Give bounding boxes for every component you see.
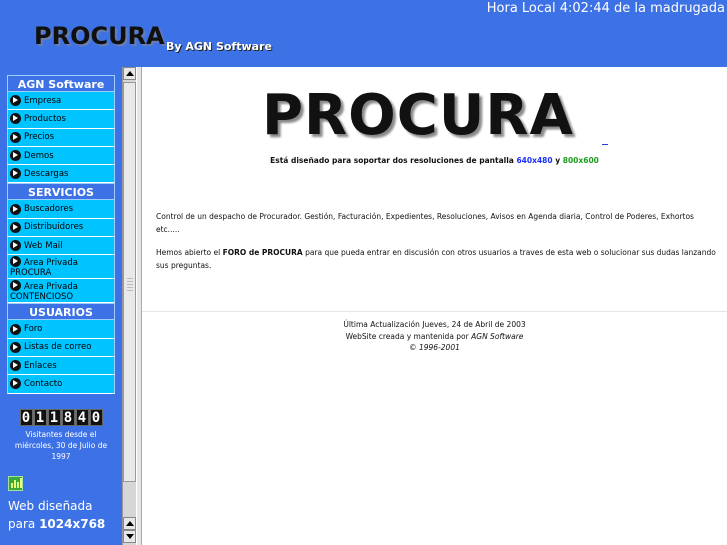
local-time-clock: Hora Local 4:02:44 de la madrugada [486, 1, 725, 16]
credits-author: AGN Software [471, 331, 524, 341]
nav-item-descargas[interactable]: Descargas [7, 165, 115, 184]
nav-section-usuarios: USUARIOS Foro Listas de correo Enlaces C… [7, 303, 115, 394]
arrow-right-icon [10, 323, 21, 335]
resolution-800-link[interactable]: 800x600 [563, 156, 599, 165]
product-description: Control de un despacho de Procurador. Ge… [156, 212, 694, 234]
web-design-line2: para 1024x768 [8, 517, 106, 531]
counter-digit: 1 [33, 409, 47, 426]
scroll-up-button[interactable] [123, 517, 136, 530]
copyright: © 1996-2001 [409, 343, 460, 352]
tiny-link[interactable] [602, 144, 608, 145]
web-design-line1: Web diseñada [8, 499, 93, 513]
left-frame-scrollbar[interactable] [122, 67, 136, 545]
nav-item-productos[interactable]: Productos [7, 110, 115, 129]
nav-item-area-privada-contencioso[interactable]: Area Privada CONTENCIOSO [7, 279, 115, 304]
left-navigation-frame: AGN Software Empresa Productos Precios D… [0, 67, 122, 545]
resolution-640-link[interactable]: 640x480 [516, 156, 552, 165]
arrow-right-icon [10, 256, 21, 268]
arrow-right-icon [10, 378, 21, 390]
nav-item-listas-de-correo[interactable]: Listas de correo [7, 338, 115, 357]
nav-item-area-privada-procura[interactable]: Area Privada PROCURA [7, 255, 115, 280]
counter-digit: 0 [89, 409, 103, 426]
last-updated: Última Actualización Jueves, 24 de Abril… [343, 320, 526, 329]
nav-item-empresa[interactable]: Empresa [7, 92, 115, 111]
nav-item-enlaces[interactable]: Enlaces [7, 356, 115, 376]
counter-digit: 0 [19, 409, 33, 426]
header-banner: Hora Local 4:02:44 de la madrugada PROCU… [0, 0, 727, 67]
resolutions-text: Está diseñado para soportar dos resoluci… [270, 156, 599, 165]
arrow-right-icon [10, 113, 21, 125]
counter-digit: 1 [47, 409, 61, 426]
main-logo: PROCURA [262, 83, 574, 148]
scroll-up-button[interactable] [123, 67, 136, 80]
nav-item-web-mail[interactable]: Web Mail [7, 237, 115, 256]
header-byline: By AGN Software [166, 40, 272, 53]
forum-link[interactable]: FORO de PROCURA [223, 248, 303, 257]
nav-item-buscadores[interactable]: Buscadores [7, 200, 115, 219]
arrow-right-icon [10, 221, 21, 233]
counter-digit: 8 [61, 409, 75, 426]
web-design-note: Web diseñada para 1024x768 [8, 497, 105, 533]
arrow-right-icon [10, 203, 21, 215]
counter-digit: 4 [75, 409, 89, 426]
forum-announcement: Hemos abierto el FORO de PROCURA para qu… [156, 248, 716, 270]
arrow-right-icon [10, 360, 21, 372]
site-credits: WebSite creada y mantenida por AGN Softw… [345, 331, 524, 341]
stats-chart-icon[interactable] [8, 476, 23, 491]
arrow-right-icon [10, 341, 21, 353]
arrow-right-icon [10, 240, 21, 252]
nav-section-title: USUARIOS [7, 303, 115, 321]
nav-item-precios[interactable]: Precios [7, 128, 115, 147]
visitor-counter: 0 1 1 8 4 0 Visitantes desde el miércole… [7, 409, 115, 462]
nav-section-title: SERVICIOS [7, 183, 115, 201]
arrow-right-icon [10, 131, 21, 143]
nav-item-demos[interactable]: Demos [7, 146, 115, 166]
header-logo[interactable]: PROCURA [34, 22, 165, 50]
scroll-down-button[interactable] [123, 530, 136, 543]
page-footer: Última Actualización Jueves, 24 de Abril… [142, 319, 727, 354]
arrow-right-icon [10, 168, 21, 180]
scrollbar-thumb[interactable] [123, 82, 136, 482]
scrollbar-grip [127, 278, 133, 292]
main-content-frame: PROCURA Está diseñado para soportar dos … [142, 67, 727, 545]
nav-section-agn-software: AGN Software Empresa Productos Precios D… [7, 75, 115, 184]
nav-item-contacto[interactable]: Contacto [7, 375, 115, 394]
nav-item-foro[interactable]: Foro [7, 320, 115, 339]
nav-item-distribuidores[interactable]: Distribuidores [7, 218, 115, 238]
counter-caption: Visitantes desde el miércoles, 30 de Jul… [14, 430, 108, 461]
nav-section-servicios: SERVICIOS Buscadores Distribuidores Web … [7, 183, 115, 304]
counter-digits: 0 1 1 8 4 0 [19, 409, 103, 426]
arrow-right-icon [10, 95, 21, 107]
arrow-right-icon [10, 280, 21, 292]
horizontal-rule [142, 311, 727, 312]
arrow-right-icon [10, 150, 21, 162]
nav-section-title: AGN Software [7, 75, 115, 92]
